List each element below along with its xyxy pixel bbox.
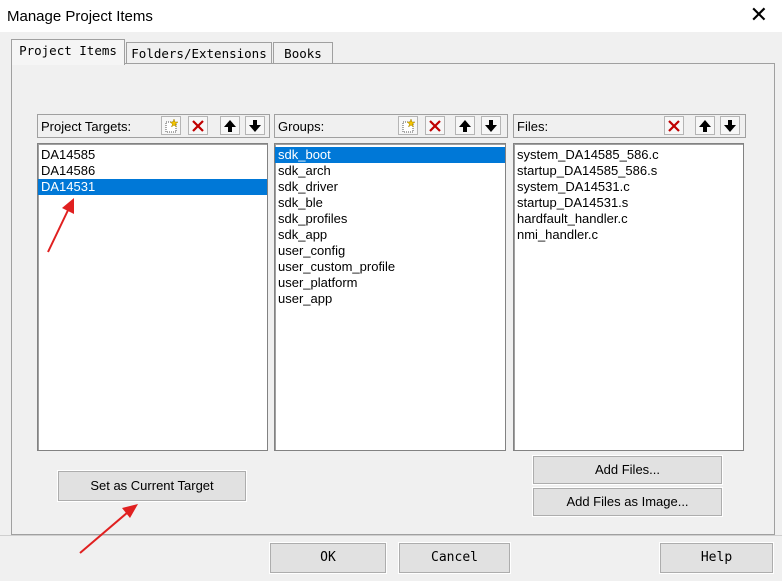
file-list-item[interactable]: hardfault_handler.c [514, 211, 743, 227]
arrow-down-icon [485, 120, 497, 132]
delete-target-button[interactable] [188, 116, 208, 135]
group-list-item[interactable]: user_app [275, 291, 505, 307]
arrow-up-icon [224, 120, 236, 132]
tab-books[interactable]: Books [273, 42, 333, 65]
arrow-up-icon [699, 120, 711, 132]
delete-file-button[interactable] [664, 116, 684, 135]
move-file-down-button[interactable] [720, 116, 740, 135]
file-list-item[interactable]: system_DA14585_586.c [514, 147, 743, 163]
new-item-icon [402, 118, 416, 133]
files-header-label: Files: [517, 119, 549, 134]
move-file-up-button[interactable] [695, 116, 715, 135]
files-list[interactable]: system_DA14585_586.c startup_DA14585_586.… [513, 143, 744, 451]
delete-icon [192, 120, 204, 132]
group-list-item[interactable]: sdk_profiles [275, 211, 505, 227]
close-icon[interactable]: ✕ [750, 4, 768, 26]
annotation-arrow-button [79, 504, 138, 554]
help-button[interactable]: Help [659, 542, 774, 574]
groups-header-label: Groups: [278, 119, 325, 134]
arrow-down-icon [724, 120, 736, 132]
cancel-button[interactable]: Cancel [398, 542, 511, 574]
ok-button[interactable]: OK [269, 542, 387, 574]
move-target-down-button[interactable] [245, 116, 265, 135]
group-list-item[interactable]: sdk_app [275, 227, 505, 243]
group-list-item[interactable]: user_config [275, 243, 505, 259]
group-list-item[interactable]: sdk_boot [275, 147, 505, 163]
group-list-item[interactable]: sdk_ble [275, 195, 505, 211]
arrow-up-icon [459, 120, 471, 132]
tab-project-items[interactable]: Project Items [11, 39, 125, 65]
new-item-icon [165, 118, 179, 133]
add-files-as-image-button[interactable]: Add Files as Image... [532, 487, 723, 517]
group-list-item[interactable]: sdk_driver [275, 179, 505, 195]
groups-list[interactable]: sdk_boot sdk_arch sdk_driver sdk_ble sdk_pro… [274, 143, 506, 451]
annotation-arrow-target [47, 198, 74, 253]
file-list-item[interactable]: startup_DA14585_586.s [514, 163, 743, 179]
file-list-item[interactable]: system_DA14531.c [514, 179, 743, 195]
file-list-item[interactable]: nmi_handler.c [514, 227, 743, 243]
file-list-item[interactable]: startup_DA14531.s [514, 195, 743, 211]
window-title: Manage Project Items [7, 8, 153, 25]
delete-group-button[interactable] [425, 116, 445, 135]
group-list-item[interactable]: user_platform [275, 275, 505, 291]
group-list-item[interactable]: user_custom_profile [275, 259, 505, 275]
targets-list[interactable]: DA14585 DA14586 DA14531 [37, 143, 268, 451]
group-list-item[interactable]: sdk_arch [275, 163, 505, 179]
target-list-item[interactable]: DA14586 [38, 163, 267, 179]
new-group-button[interactable] [398, 116, 418, 135]
delete-icon [668, 120, 680, 132]
set-current-target-button[interactable]: Set as Current Target [57, 470, 247, 502]
delete-icon [429, 120, 441, 132]
move-group-down-button[interactable] [481, 116, 501, 135]
new-target-button[interactable] [161, 116, 181, 135]
targets-header: Project Targets: [37, 114, 270, 138]
groups-header: Groups: [274, 114, 508, 138]
add-files-button[interactable]: Add Files... [532, 455, 723, 485]
move-target-up-button[interactable] [220, 116, 240, 135]
target-list-item[interactable]: DA14531 [38, 179, 267, 195]
targets-header-label: Project Targets: [41, 119, 132, 134]
arrow-down-icon [249, 120, 261, 132]
files-header: Files: [513, 114, 746, 138]
title-bar: Manage Project Items ✕ [0, 0, 782, 32]
move-group-up-button[interactable] [455, 116, 475, 135]
tab-folders-extensions[interactable]: Folders/Extensions [126, 42, 272, 65]
target-list-item[interactable]: DA14585 [38, 147, 267, 163]
